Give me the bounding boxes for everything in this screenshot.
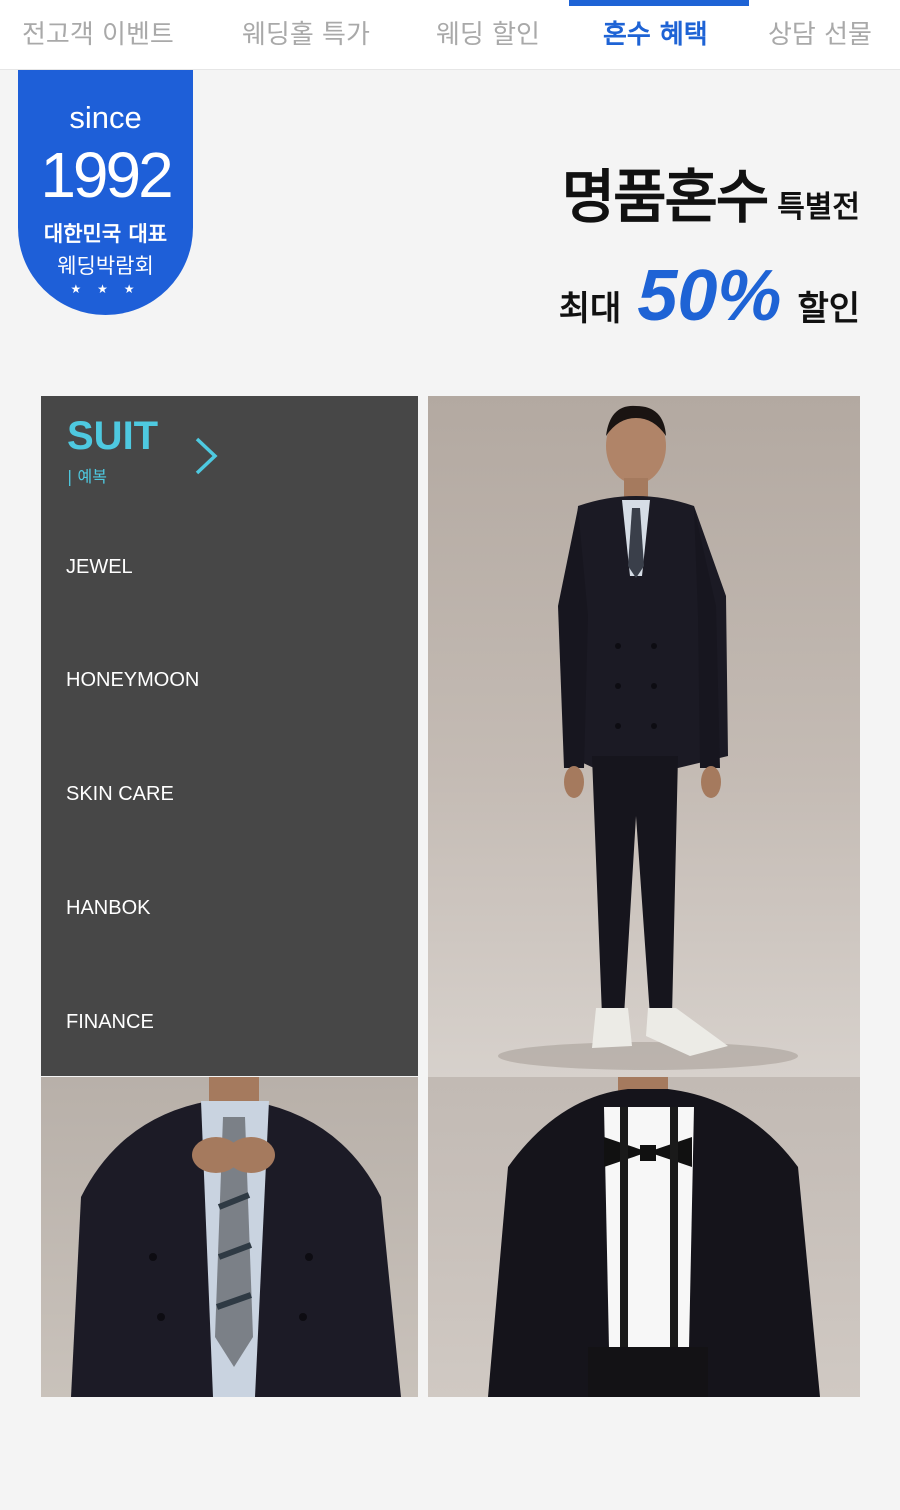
headline-sub: 특별전 [777, 190, 860, 225]
category-menu: SUIT | 예복 JEWEL HONEYMOON SKIN CARE HANB… [41, 396, 418, 1076]
tab-wedding-discount[interactable]: 웨딩 할인 [436, 0, 540, 70]
menu-item-hanbok[interactable]: HANBOK [66, 897, 150, 920]
promo-pre: 최대 [558, 289, 622, 329]
badge-line1: 대한민국 대표 [43, 222, 168, 246]
menu-item-skin-care[interactable]: SKIN CARE [66, 783, 174, 806]
chevron-right-icon [195, 437, 218, 475]
headline-main: 명품혼수 [561, 163, 769, 231]
badge-since-text: since [69, 100, 142, 135]
active-tab-indicator [569, 0, 749, 6]
suit-model-full-photo [428, 396, 860, 1077]
since-1992-badge: since 1992 대한민국 대표 웨딩박람회 ★ ★ ★ [18, 70, 193, 315]
promo-line: 최대 50% 할인 [559, 255, 860, 337]
badge-line2: 웨딩박람회 [57, 254, 154, 278]
menu-item-suit[interactable]: SUIT | 예복 [67, 414, 218, 487]
top-nav: 전고객 이벤트 웨딩홀 특가 웨딩 할인 혼수 혜택 상담 선물 [0, 0, 900, 70]
headline: 명품혼수 특별전 [562, 150, 860, 234]
menu-item-honeymoon[interactable]: HONEYMOON [66, 669, 199, 692]
tab-marriage-goods-benefit[interactable]: 혼수 혜택 [603, 0, 708, 70]
menu-item-suit-sublabel: | 예복 [67, 467, 107, 486]
menu-item-finance[interactable]: FINANCE [66, 1011, 154, 1034]
tab-consult-gift[interactable]: 상담 선물 [768, 0, 872, 70]
promo-discount-value: 50% [637, 256, 782, 336]
menu-item-jewel[interactable]: JEWEL [66, 556, 133, 579]
tab-wedding-hall-special[interactable]: 웨딩홀 특가 [242, 0, 370, 70]
badge-year: 1992 [40, 139, 173, 211]
promo-post: 할인 [797, 289, 860, 329]
badge-stars-icon: ★ ★ ★ [70, 282, 141, 296]
suit-jacket-closeup-photo [41, 1077, 418, 1397]
menu-item-suit-label: SUIT [67, 414, 159, 458]
tab-all-customer-event[interactable]: 전고객 이벤트 [22, 0, 174, 70]
tuxedo-bowtie-photo [428, 1077, 860, 1397]
